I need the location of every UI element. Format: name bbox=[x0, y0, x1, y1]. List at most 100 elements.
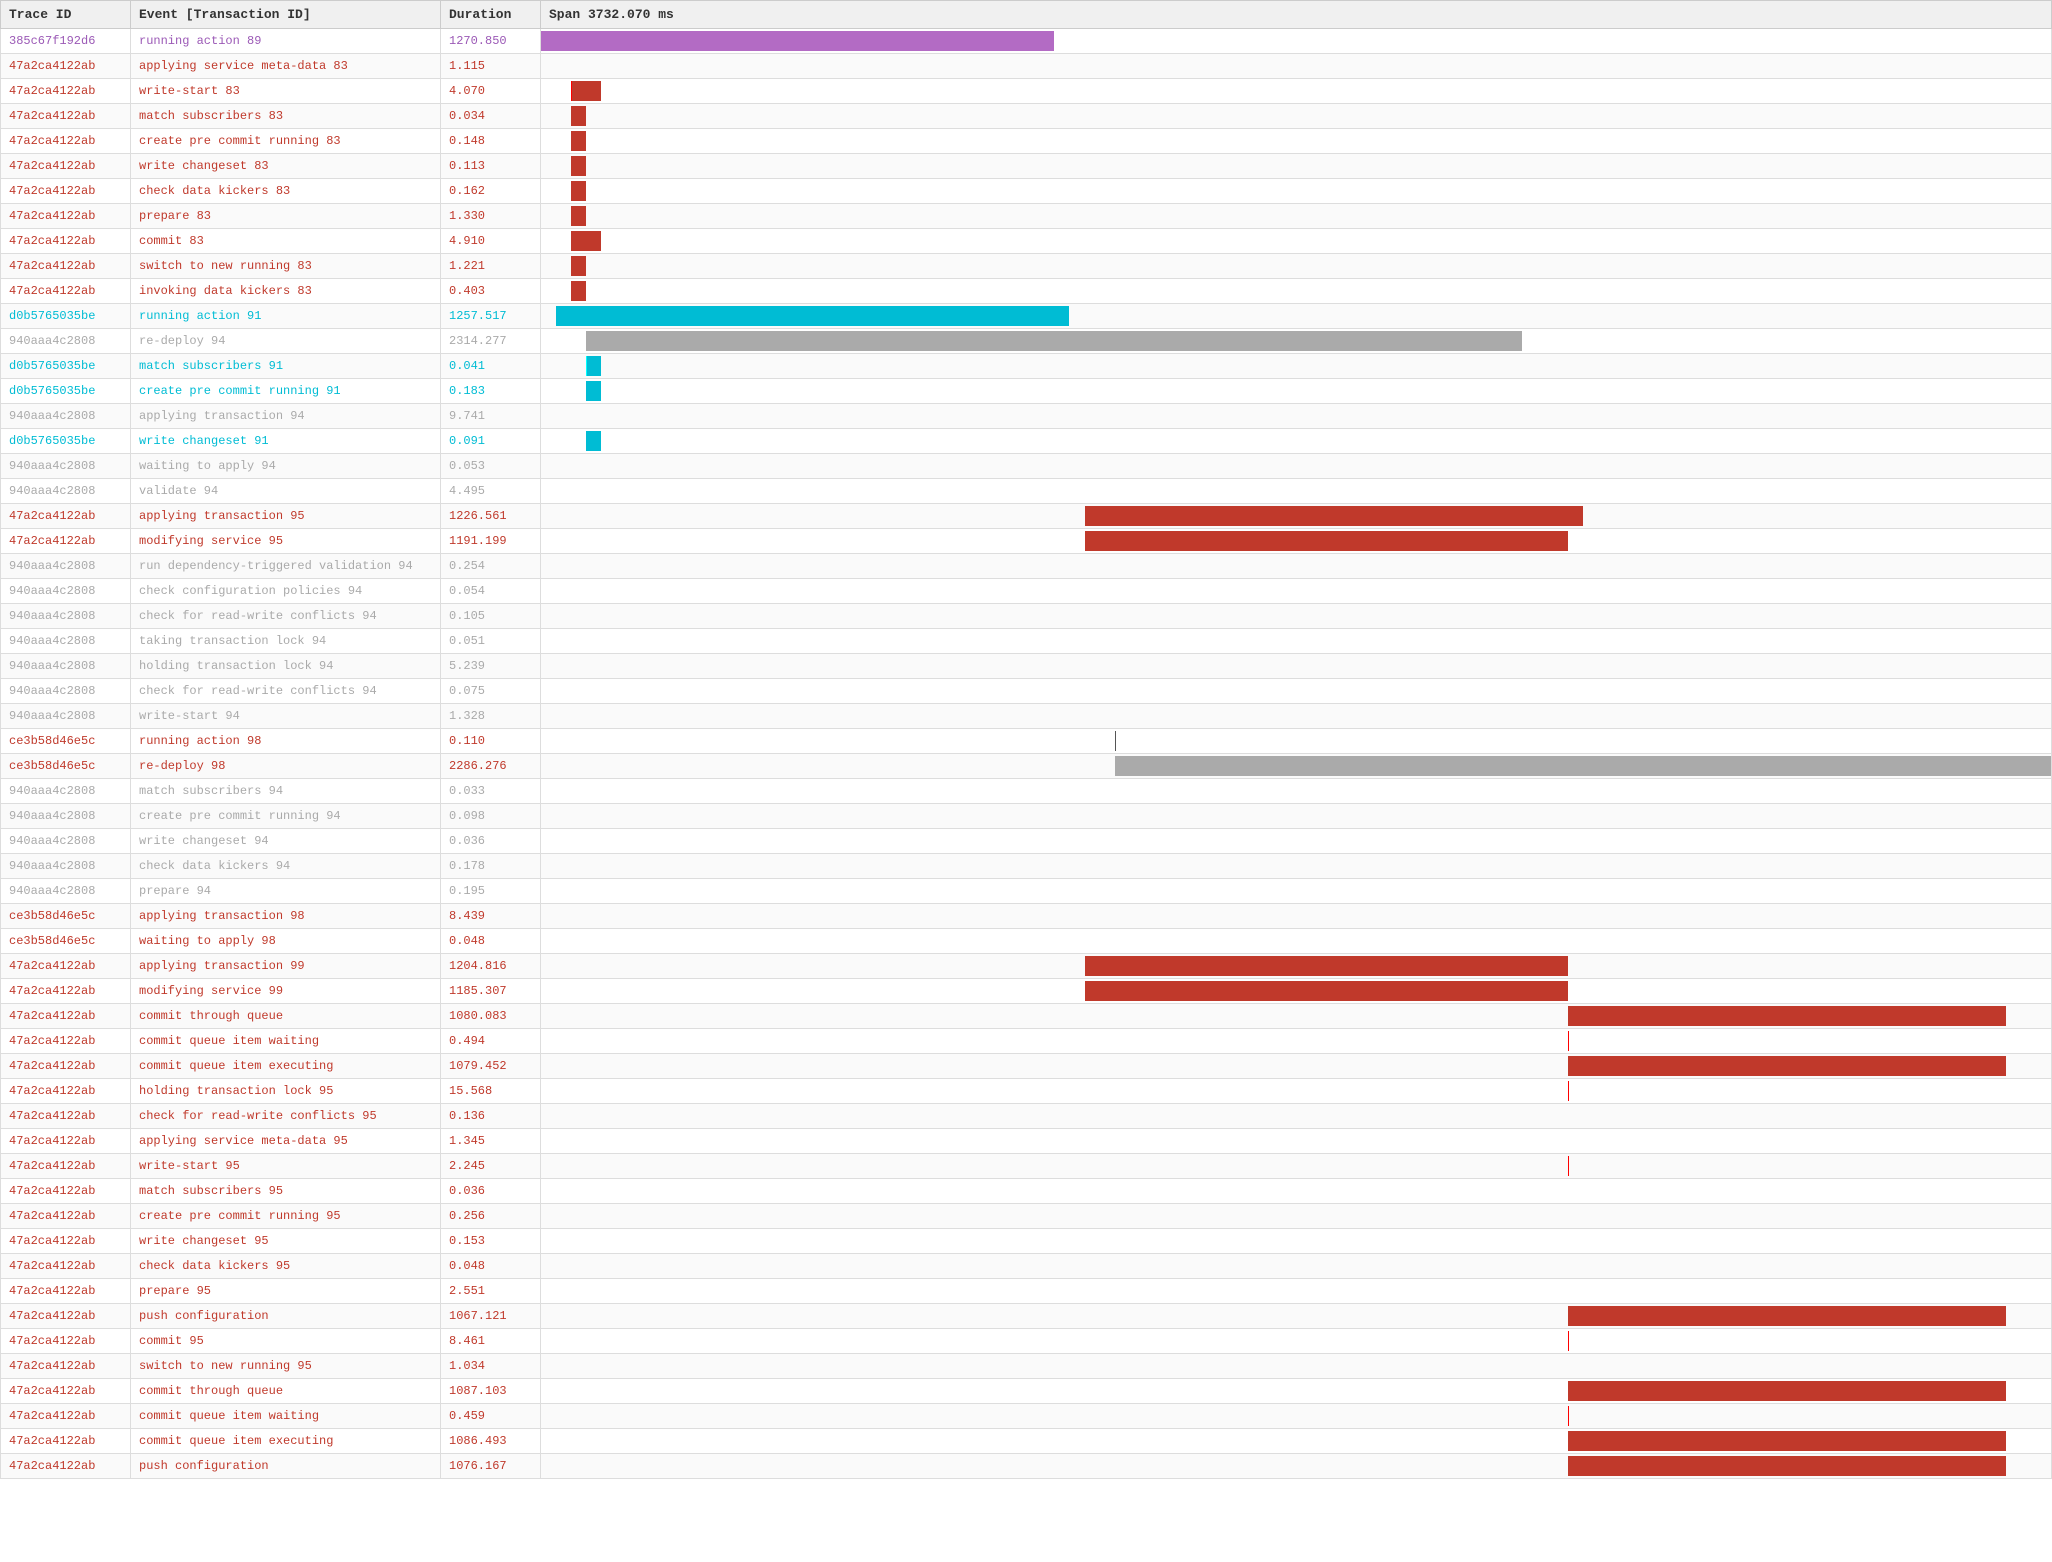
span-bar-cell bbox=[541, 154, 2052, 179]
event-cell: prepare 95 bbox=[131, 1279, 441, 1304]
table-row: 940aaa4c2808check for read-write conflic… bbox=[1, 679, 2052, 704]
trace-id-cell: 47a2ca4122ab bbox=[1, 1104, 131, 1129]
span-bar bbox=[586, 381, 601, 401]
table-row: 47a2ca4122abwrite-start 834.070 bbox=[1, 79, 2052, 104]
event-cell: validate 94 bbox=[131, 479, 441, 504]
trace-id-cell: 47a2ca4122ab bbox=[1, 129, 131, 154]
event-cell: prepare 83 bbox=[131, 204, 441, 229]
duration-cell: 8.461 bbox=[441, 1329, 541, 1354]
duration-cell: 1.221 bbox=[441, 254, 541, 279]
duration-cell: 1226.561 bbox=[441, 504, 541, 529]
span-bar bbox=[1568, 1306, 2006, 1326]
span-bar bbox=[571, 206, 586, 226]
span-bar-cell bbox=[541, 1379, 2052, 1404]
duration-cell: 0.195 bbox=[441, 879, 541, 904]
span-bar-cell bbox=[541, 779, 2052, 804]
event-cell: write changeset 91 bbox=[131, 429, 441, 454]
event-cell: applying transaction 99 bbox=[131, 954, 441, 979]
table-row: 385c67f192d6running action 891270.850 bbox=[1, 29, 2052, 54]
table-row: ce3b58d46e5cre-deploy 982286.276 bbox=[1, 754, 2052, 779]
table-row: 47a2ca4122abmodifying service 991185.307 bbox=[1, 979, 2052, 1004]
event-cell: applying transaction 94 bbox=[131, 404, 441, 429]
span-bar bbox=[571, 256, 586, 276]
span-bar-cell bbox=[541, 229, 2052, 254]
duration-cell: 0.153 bbox=[441, 1229, 541, 1254]
trace-id-cell: 47a2ca4122ab bbox=[1, 1179, 131, 1204]
event-cell: switch to new running 95 bbox=[131, 1354, 441, 1379]
table-row: 47a2ca4122abcommit queue item executing1… bbox=[1, 1429, 2052, 1454]
event-cell: commit queue item waiting bbox=[131, 1029, 441, 1054]
span-bar-cell bbox=[541, 1004, 2052, 1029]
col-header-event: Event [Transaction ID] bbox=[131, 1, 441, 29]
duration-cell: 2.551 bbox=[441, 1279, 541, 1304]
duration-cell: 2.245 bbox=[441, 1154, 541, 1179]
table-row: 940aaa4c2808check data kickers 940.178 bbox=[1, 854, 2052, 879]
span-bar bbox=[571, 81, 601, 101]
trace-id-cell: 47a2ca4122ab bbox=[1, 1204, 131, 1229]
span-bar-cell bbox=[541, 604, 2052, 629]
span-bar-cell bbox=[541, 79, 2052, 104]
span-bar-cell bbox=[541, 529, 2052, 554]
duration-cell: 2286.276 bbox=[441, 754, 541, 779]
event-cell: applying transaction 95 bbox=[131, 504, 441, 529]
event-cell: push configuration bbox=[131, 1304, 441, 1329]
span-bar-cell bbox=[541, 829, 2052, 854]
table-row: 47a2ca4122abcommit 834.910 bbox=[1, 229, 2052, 254]
trace-id-cell: 47a2ca4122ab bbox=[1, 1329, 131, 1354]
span-bar bbox=[1568, 1056, 2006, 1076]
duration-cell: 0.113 bbox=[441, 154, 541, 179]
table-row: 940aaa4c2808applying transaction 949.741 bbox=[1, 404, 2052, 429]
duration-cell: 4.910 bbox=[441, 229, 541, 254]
table-row: d0b5765035berunning action 911257.517 bbox=[1, 304, 2052, 329]
span-bar-cell bbox=[541, 429, 2052, 454]
table-row: 940aaa4c2808create pre commit running 94… bbox=[1, 804, 2052, 829]
event-cell: holding transaction lock 95 bbox=[131, 1079, 441, 1104]
table-row: 47a2ca4122abwrite changeset 950.153 bbox=[1, 1229, 2052, 1254]
col-header-duration: Duration bbox=[441, 1, 541, 29]
table-row: 47a2ca4122abapplying transaction 951226.… bbox=[1, 504, 2052, 529]
table-row: d0b5765035bematch subscribers 910.041 bbox=[1, 354, 2052, 379]
event-cell: create pre commit running 95 bbox=[131, 1204, 441, 1229]
duration-cell: 0.148 bbox=[441, 129, 541, 154]
span-bar-cell bbox=[541, 804, 2052, 829]
trace-id-cell: d0b5765035be bbox=[1, 379, 131, 404]
table-row: 47a2ca4122abwrite changeset 830.113 bbox=[1, 154, 2052, 179]
duration-cell: 1086.493 bbox=[441, 1429, 541, 1454]
table-row: 47a2ca4122abcommit through queue1080.083 bbox=[1, 1004, 2052, 1029]
span-bar-cell bbox=[541, 1054, 2052, 1079]
span-bar bbox=[1115, 756, 2051, 776]
duration-cell: 4.070 bbox=[441, 79, 541, 104]
table-row: 940aaa4c2808holding transaction lock 945… bbox=[1, 654, 2052, 679]
trace-id-cell: 47a2ca4122ab bbox=[1, 529, 131, 554]
span-bar-cell bbox=[541, 329, 2052, 354]
event-cell: write-start 95 bbox=[131, 1154, 441, 1179]
table-row: ce3b58d46e5crunning action 980.110 bbox=[1, 729, 2052, 754]
span-bar-cell bbox=[541, 1154, 2052, 1179]
trace-id-cell: 47a2ca4122ab bbox=[1, 1029, 131, 1054]
trace-id-cell: 940aaa4c2808 bbox=[1, 829, 131, 854]
span-bar-cell bbox=[541, 479, 2052, 504]
duration-cell: 0.051 bbox=[441, 629, 541, 654]
table-row: 47a2ca4122abprepare 831.330 bbox=[1, 204, 2052, 229]
span-bar bbox=[1085, 506, 1583, 526]
duration-cell: 5.239 bbox=[441, 654, 541, 679]
table-row: 47a2ca4122abmatch subscribers 950.036 bbox=[1, 1179, 2052, 1204]
table-row: 47a2ca4122abinvoking data kickers 830.40… bbox=[1, 279, 2052, 304]
event-cell: create pre commit running 91 bbox=[131, 379, 441, 404]
event-cell: run dependency-triggered validation 94 bbox=[131, 554, 441, 579]
table-row: 47a2ca4122abapplying service meta-data 8… bbox=[1, 54, 2052, 79]
event-cell: commit queue item waiting bbox=[131, 1404, 441, 1429]
trace-id-cell: 47a2ca4122ab bbox=[1, 54, 131, 79]
table-row: 47a2ca4122abswitch to new running 951.03… bbox=[1, 1354, 2052, 1379]
span-bar bbox=[586, 331, 1522, 351]
duration-cell: 1067.121 bbox=[441, 1304, 541, 1329]
trace-id-cell: 47a2ca4122ab bbox=[1, 204, 131, 229]
duration-cell: 1080.083 bbox=[441, 1004, 541, 1029]
duration-cell: 0.033 bbox=[441, 779, 541, 804]
span-bar bbox=[571, 281, 586, 301]
duration-cell: 0.036 bbox=[441, 829, 541, 854]
span-bar-cell bbox=[541, 1229, 2052, 1254]
event-cell: taking transaction lock 94 bbox=[131, 629, 441, 654]
span-bar-cell bbox=[541, 404, 2052, 429]
table-row: 940aaa4c2808write-start 941.328 bbox=[1, 704, 2052, 729]
